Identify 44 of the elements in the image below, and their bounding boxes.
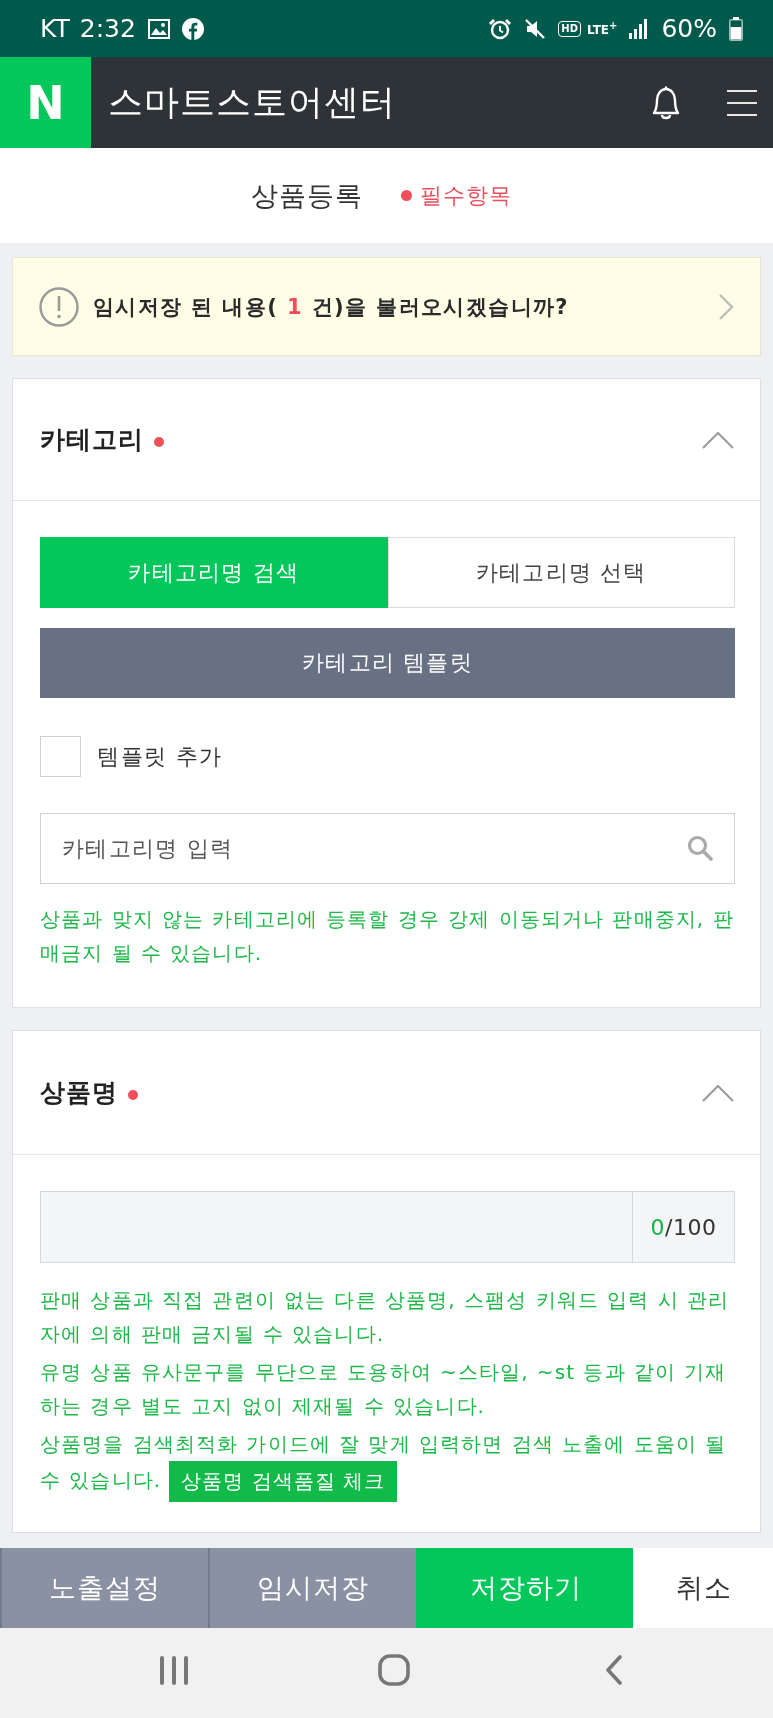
search-icon[interactable] xyxy=(687,835,713,861)
app-title: 스마트스토어센터 xyxy=(108,81,397,124)
footer-button[interactable]: 취소 xyxy=(633,1548,773,1628)
draft-notice-text: 임시저장 된 내용( 1 건)을 불러오시겠습니까? xyxy=(93,293,570,321)
section-title: 카테고리 xyxy=(40,424,144,456)
required-dot-icon xyxy=(401,190,412,201)
battery-percent: 60% xyxy=(661,16,717,41)
template-button[interactable]: 카테고리 템플릿 xyxy=(40,628,735,698)
carrier-label: KT xyxy=(40,16,70,41)
product-name-input[interactable] xyxy=(40,1191,633,1263)
search-field[interactable]: 카테고리명 입력 xyxy=(40,813,735,884)
character-counter: 0/100 xyxy=(633,1191,735,1263)
section-title: 상품명 xyxy=(40,1077,118,1109)
back-icon[interactable] xyxy=(604,1655,623,1685)
chevron-right-icon xyxy=(718,292,734,321)
menu-icon[interactable] xyxy=(727,88,757,117)
hd-voice-indicator: HD xyxy=(558,20,581,37)
network-type-label: LTE$^{+}$ xyxy=(587,21,618,36)
clock-time: 2:32 xyxy=(79,16,136,41)
category-tab[interactable]: 카테고리명 선택 xyxy=(387,537,735,608)
facebook-icon xyxy=(181,17,204,40)
alert-icon xyxy=(39,286,79,327)
quality-check-button[interactable]: 상품명 검색품질 체크 xyxy=(169,1461,397,1502)
image-icon xyxy=(147,18,170,39)
footer-button[interactable]: 임시저장 xyxy=(208,1548,416,1628)
chevron-up-icon[interactable] xyxy=(702,430,734,449)
checkbox-label[interactable]: 템플릿 추가 xyxy=(97,741,223,772)
battery-icon xyxy=(729,16,743,41)
required-legend: 필수항목 xyxy=(420,180,512,211)
draft-notice[interactable]: 임시저장 된 내용( 1 건)을 불러오시겠습니까? xyxy=(12,257,761,356)
signal-icon xyxy=(629,18,650,39)
home-icon[interactable] xyxy=(377,1654,410,1686)
chevron-up-icon[interactable] xyxy=(702,1083,734,1102)
app-logo: N xyxy=(0,57,91,148)
footer-button[interactable]: 노출설정 xyxy=(0,1548,208,1628)
alarm-clock-icon xyxy=(488,16,513,41)
help-text: 판매 상품과 직접 관련이 없는 다른 상품명, 스팸성 키워드 입력 시 관리자에 의해 판매 금지될 수 있습니다. xyxy=(40,1287,731,1348)
checkbox[interactable] xyxy=(40,736,81,777)
help-text: 유명 상품 유사문구를 무단으로 도용하여 ~스타일, ~st 등과 같이 기재하는 경우 별도 고지 없이 제재될 수 있습니다. xyxy=(40,1359,728,1420)
help-text: 상품과 맞지 않는 카테고리에 등록할 경우 강제 이동되거나 판매중지, 판매금지 될 수 있습니다. xyxy=(40,906,735,967)
page-title: 상품등록 xyxy=(251,178,363,213)
recent-apps-icon[interactable] xyxy=(159,1655,188,1685)
help-text: 상품명을 검색최적화 가이드에 잘 맞게 입력하면 검색 노출에 도움이 될 수 있습니다. 상품명 검색품질 체크 xyxy=(40,1427,735,1502)
mute-icon xyxy=(524,17,547,40)
